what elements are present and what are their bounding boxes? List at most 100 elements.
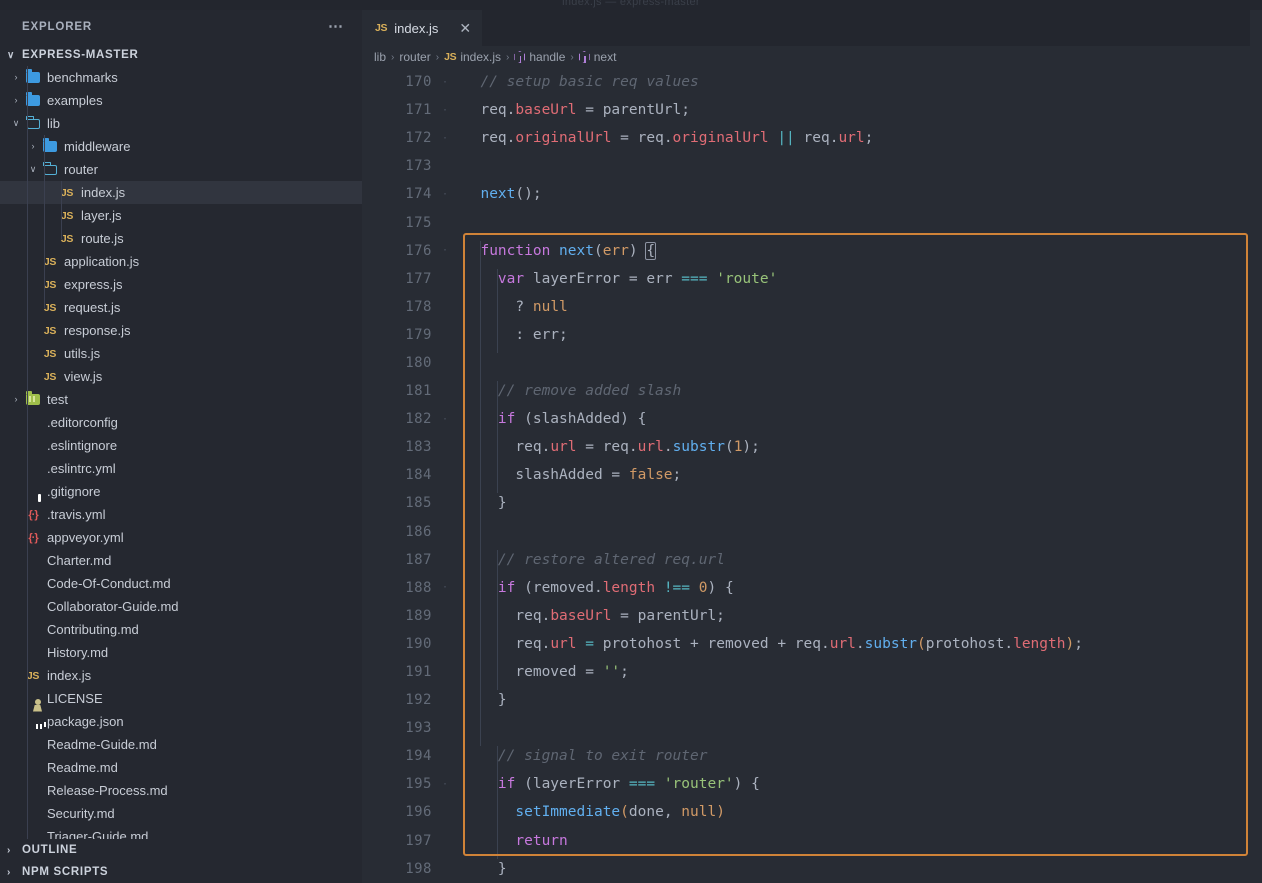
code-editor[interactable]: 170 · // setup basic req values 171 · req.b…: [362, 68, 1262, 883]
code-text: req.baseUrl = parentUrl;: [463, 608, 725, 624]
tree-item-layer-js[interactable]: JS layer.js: [0, 204, 362, 227]
ellipsis-icon[interactable]: ⋯: [328, 19, 344, 34]
line-number: 191: [405, 664, 432, 681]
fold-marker[interactable]: ·: [438, 189, 452, 200]
code-line[interactable]: 193: [362, 714, 1262, 742]
folder-icon-wrap: [26, 92, 40, 106]
tree-item-readme-guide-md[interactable]: Readme-Guide.md: [0, 733, 362, 756]
code-text: }: [463, 861, 507, 877]
tree-item-benchmarks[interactable]: › benchmarks: [0, 66, 362, 89]
file-tree[interactable]: › benchmarks › examples ∨ lib › middleware ∨ rout…: [0, 66, 362, 839]
line-number: 194: [405, 748, 432, 765]
close-icon[interactable]: ✕: [459, 21, 471, 35]
code-line[interactable]: 185 }: [362, 489, 1262, 517]
chevron-right-icon[interactable]: ›: [8, 73, 24, 82]
tree-item-code-of-conduct-md[interactable]: Code-Of-Conduct.md: [0, 572, 362, 595]
tree-item-release-process-md[interactable]: Release-Process.md: [0, 779, 362, 802]
code-line[interactable]: 198 }: [362, 855, 1262, 883]
line-number: 175: [405, 214, 432, 231]
line-number: 197: [405, 832, 432, 849]
tree-item-request-js[interactable]: JS request.js: [0, 296, 362, 319]
tree-item-view-js[interactable]: JS view.js: [0, 365, 362, 388]
breadcrumb-item-next[interactable]: next: [579, 50, 616, 64]
tree-item-history-md[interactable]: History.md: [0, 641, 362, 664]
tree-item-package-json[interactable]: package.json: [0, 710, 362, 733]
code-text: // signal to exit router: [463, 748, 708, 764]
tree-item-examples[interactable]: › examples: [0, 89, 362, 112]
fold-marker[interactable]: ·: [438, 582, 452, 593]
fold-marker[interactable]: ·: [438, 414, 452, 425]
chevron-down-icon[interactable]: ∨: [8, 119, 24, 128]
code-line[interactable]: 174 · next();: [362, 180, 1262, 208]
fold-marker[interactable]: ·: [438, 77, 452, 88]
tree-item-readme-md[interactable]: Readme.md: [0, 756, 362, 779]
code-line[interactable]: 170 · // setup basic req values: [362, 68, 1262, 96]
code-token: 'route': [716, 270, 778, 287]
tree-item--eslintrc-yml[interactable]: .eslintrc.yml: [0, 457, 362, 480]
code-line[interactable]: 192 }: [362, 686, 1262, 714]
tree-item-utils-js[interactable]: JS utils.js: [0, 342, 362, 365]
editor-scrollbar[interactable]: [1250, 10, 1262, 883]
tree-item-response-js[interactable]: JS response.js: [0, 319, 362, 342]
chevron-down-icon: ∨: [7, 49, 16, 61]
tree-item-collaborator-guide-md[interactable]: Collaborator-Guide.md: [0, 595, 362, 618]
code-line[interactable]: 172 · req.originalUrl = req.originalUrl |…: [362, 124, 1262, 152]
tree-item-security-md[interactable]: Security.md: [0, 802, 362, 825]
fold-marker[interactable]: ·: [438, 245, 452, 256]
code-token: substr: [864, 635, 918, 652]
code-token: ): [716, 804, 725, 821]
breadcrumb-item-index-js[interactable]: JS index.js: [444, 50, 501, 64]
outline-section[interactable]: › OUTLINE: [0, 839, 362, 861]
workspace-root-row[interactable]: ∨ EXPRESS-MASTER: [0, 44, 362, 66]
fold-marker[interactable]: ·: [438, 105, 452, 116]
tree-item-label: Security.md: [47, 806, 115, 821]
code-line[interactable]: 186: [362, 518, 1262, 546]
tree-item-label: Code-Of-Conduct.md: [47, 576, 171, 591]
code-line[interactable]: 171 · req.baseUrl = parentUrl;: [362, 96, 1262, 124]
method-symbol-icon: [514, 51, 525, 63]
chevron-right-icon[interactable]: ›: [8, 395, 24, 404]
test-folder-icon-wrap: [26, 391, 40, 405]
tree-item-application-js[interactable]: JS application.js: [0, 250, 362, 273]
code-line[interactable]: 175: [362, 208, 1262, 236]
tree-item-appveyor-yml[interactable]: {·} appveyor.yml: [0, 526, 362, 549]
chevron-right-icon[interactable]: ›: [8, 96, 24, 105]
fold-marker[interactable]: ·: [438, 133, 452, 144]
tree-item-index-js[interactable]: JS index.js: [0, 664, 362, 687]
breadcrumb-item-lib[interactable]: lib: [374, 50, 386, 64]
code-token: ?: [515, 298, 533, 315]
tree-item-express-js[interactable]: JS express.js: [0, 273, 362, 296]
tree-item--travis-yml[interactable]: {·} .travis.yml: [0, 503, 362, 526]
folder-icon-wrap: [43, 138, 57, 152]
code-line[interactable]: 176 · function next(err) {: [362, 237, 1262, 265]
tree-item--editorconfig[interactable]: .editorconfig: [0, 411, 362, 434]
editor-tabbar: JS index.js ✕: [362, 10, 1262, 46]
code-token: = req.: [576, 439, 638, 456]
tree-item-lib[interactable]: ∨ lib: [0, 112, 362, 135]
tree-item-contributing-md[interactable]: Contributing.md: [0, 618, 362, 641]
tab-index-js[interactable]: JS index.js ✕: [362, 10, 482, 46]
tree-item-test[interactable]: › test: [0, 388, 362, 411]
npm-scripts-section[interactable]: › NPM SCRIPTS: [0, 861, 362, 883]
tree-item-router[interactable]: ∨ router: [0, 158, 362, 181]
tree-item-middleware[interactable]: › middleware: [0, 135, 362, 158]
tree-item-charter-md[interactable]: Charter.md: [0, 549, 362, 572]
tree-item-license[interactable]: LICENSE: [0, 687, 362, 710]
breadcrumb[interactable]: lib › router › JS index.js › handle › next: [362, 46, 1262, 68]
breadcrumb-item-handle[interactable]: handle: [514, 50, 565, 64]
tree-item-route-js[interactable]: JS route.js: [0, 227, 362, 250]
tree-item--eslintignore[interactable]: .eslintignore: [0, 434, 362, 457]
code-line[interactable]: 180: [362, 349, 1262, 377]
tree-item-index-js[interactable]: JS index.js: [0, 181, 362, 204]
fold-marker[interactable]: ·: [438, 779, 452, 790]
tree-item--gitignore[interactable]: .gitignore: [0, 480, 362, 503]
breadcrumb-item-router[interactable]: router: [399, 50, 430, 64]
tree-item-label: Readme-Guide.md: [47, 737, 157, 752]
window-titlebar: index.js — express-master: [0, 0, 1262, 10]
tree-item-triager-guide-md[interactable]: Triager-Guide.md: [0, 825, 362, 839]
code-line[interactable]: 173: [362, 152, 1262, 180]
code-token: req.: [794, 130, 839, 147]
